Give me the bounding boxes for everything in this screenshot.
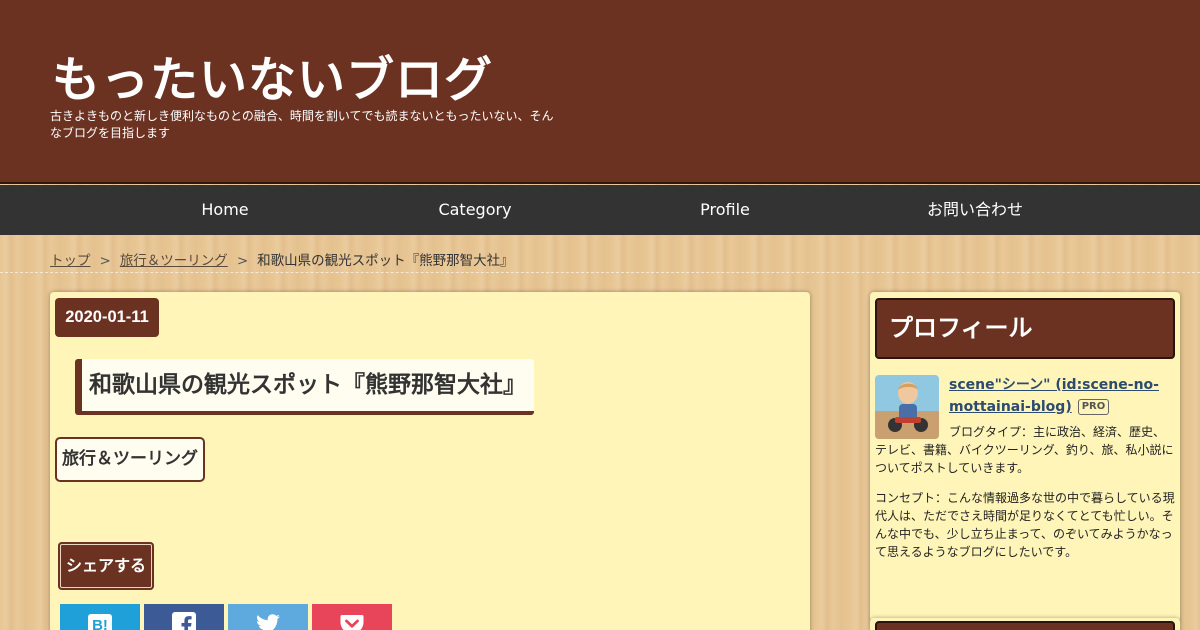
profile-name-link[interactable]: scene"シーン" (id:scene-no-mottainai-blog) (949, 377, 1159, 415)
blog-title[interactable]: もったいないブログ (52, 40, 493, 110)
profile-name: scene"シーン" (id:scene-no-mottainai-blog) P… (949, 374, 1174, 418)
twitter-share-button[interactable] (228, 604, 308, 630)
next-module-title (875, 621, 1175, 630)
breadcrumb-top-link[interactable]: トップ (50, 253, 91, 269)
breadcrumb-category-link[interactable]: 旅行＆ツーリング (120, 253, 228, 269)
svg-text:B!: B! (92, 617, 108, 630)
sidebar-next-module (870, 618, 1180, 630)
breadcrumb-separator: > (236, 253, 249, 269)
pocket-icon (340, 615, 364, 630)
nav-item-profile[interactable]: Profile (625, 185, 825, 235)
nav-item-category[interactable]: Category (375, 185, 575, 235)
profile-concept: コンセプト：こんな情報過多な世の中で暮らしている現代人は、ただでさえ時間が足りな… (875, 491, 1175, 559)
facebook-share-button[interactable] (144, 604, 224, 630)
entry-category-tag[interactable]: 旅行＆ツーリング (55, 437, 205, 482)
pocket-share-button[interactable] (312, 604, 392, 630)
entry-title[interactable]: 和歌山県の観光スポット『熊野那智大社』 (75, 359, 534, 415)
profile-description: ブログタイプ：主に政治、経済、歴史、テレビ、書籍、バイクツーリング、釣り、旅、私… (875, 425, 1174, 475)
sidebar-profile-module: プロフィール scene"シーン" (id:scene-no-mottainai… (870, 292, 1180, 622)
twitter-icon (257, 614, 280, 630)
blog-description: 古きよきものと新しき便利なものとの融合、時間を割いてでも読まないともったいない、… (50, 109, 554, 140)
hatena-bookmark-icon: B! (88, 614, 112, 630)
breadcrumb: トップ > 旅行＆ツーリング > 和歌山県の観光スポット『熊野那智大社』 (50, 249, 514, 269)
entry-date[interactable]: 2020-01-11 (55, 298, 159, 337)
share-label: シェアする (58, 542, 154, 590)
hatena-bookmark-button[interactable]: B! (60, 604, 140, 630)
breadcrumb-divider (0, 272, 1200, 273)
nav-item-contact[interactable]: お問い合わせ (875, 185, 1075, 235)
facebook-icon (172, 612, 196, 630)
nav-item-home[interactable]: Home (125, 185, 325, 235)
site-header: もったいないブログ 古きよきものと新しき便利なものとの融合、時間を割いてでも読ま… (0, 0, 1200, 184)
global-nav: Home Category Profile お問い合わせ (0, 185, 1200, 235)
profile-module-title: プロフィール (875, 298, 1175, 359)
breadcrumb-current: 和歌山県の観光スポット『熊野那智大社』 (257, 253, 514, 269)
pro-badge: PRO (1077, 399, 1110, 415)
breadcrumb-separator: > (99, 253, 111, 269)
entry-card: 2020-01-11 和歌山県の観光スポット『熊野那智大社』 旅行＆ツーリング … (50, 292, 810, 630)
